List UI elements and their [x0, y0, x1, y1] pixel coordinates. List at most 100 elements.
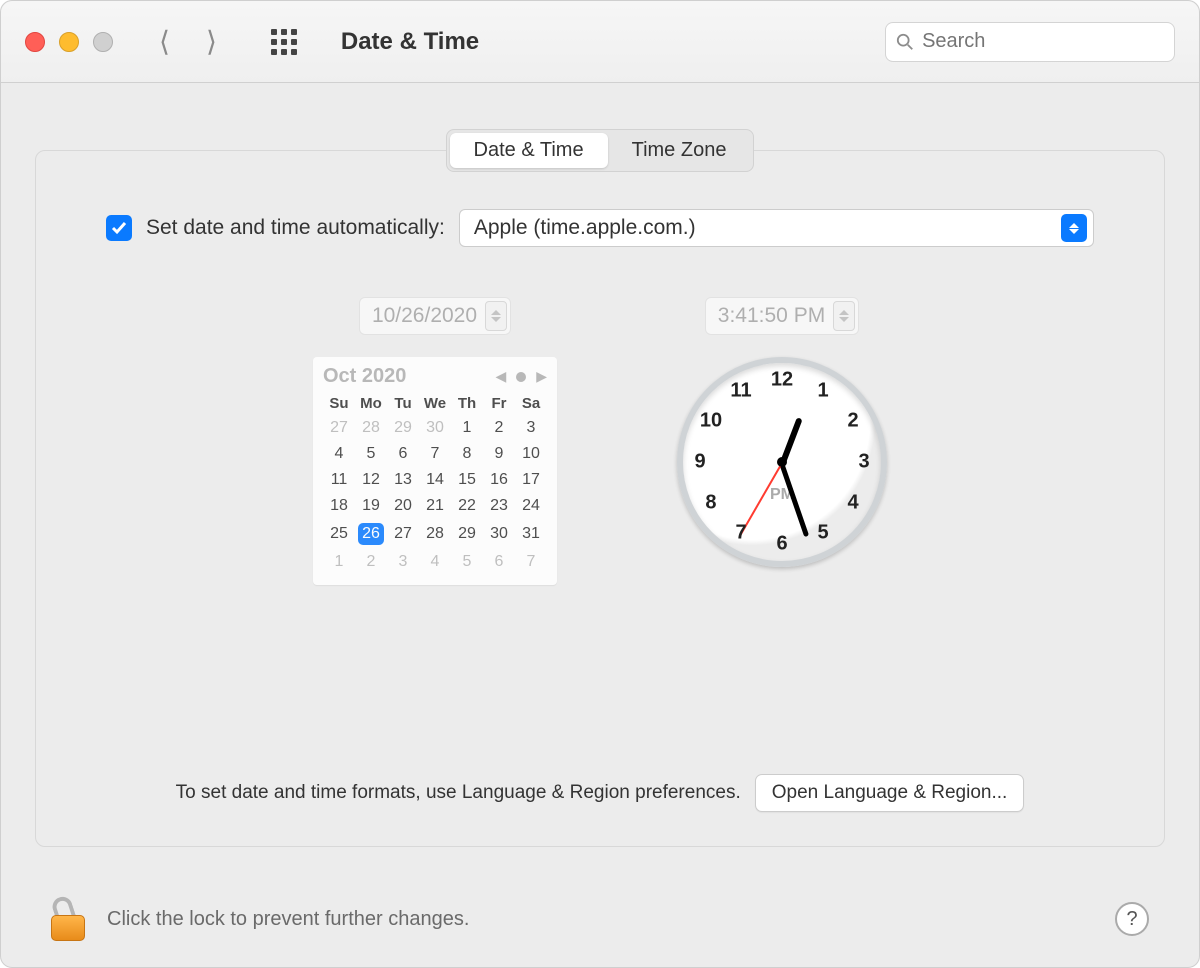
- calendar-day: 3: [515, 415, 547, 441]
- calendar-day: 30: [419, 415, 451, 441]
- search-input[interactable]: [922, 30, 1164, 53]
- calendar-day: 9: [483, 441, 515, 467]
- calendar-weekday: Th: [451, 392, 483, 415]
- calendar-day: 7: [515, 549, 547, 575]
- tab-date-time[interactable]: Date & Time: [450, 133, 608, 168]
- calendar-day: 25: [323, 519, 355, 549]
- tab-time-zone[interactable]: Time Zone: [608, 133, 751, 168]
- calendar-day: 1: [451, 415, 483, 441]
- chevron-updown-icon: [1061, 214, 1087, 242]
- calendar-day: 5: [451, 549, 483, 575]
- calendar-day: 28: [419, 519, 451, 549]
- calendar-weekday: Su: [323, 392, 355, 415]
- search-icon: [896, 32, 914, 52]
- footer: Click the lock to prevent further change…: [1, 871, 1199, 967]
- calendar-day: 1: [323, 549, 355, 575]
- clock-number: 7: [735, 522, 746, 545]
- show-all-icon[interactable]: [271, 29, 297, 55]
- calendar-day: 4: [419, 549, 451, 575]
- time-value: 3:41:50 PM: [718, 304, 825, 328]
- calendar-weekday: Mo: [355, 392, 387, 415]
- calendar-day: 27: [323, 415, 355, 441]
- calendar-day: 22: [451, 493, 483, 519]
- preferences-window: ⟨ ⟩ Date & Time Date & Time Time Zone Se…: [0, 0, 1200, 968]
- calendar-day: 23: [483, 493, 515, 519]
- lock-hint-text: Click the lock to prevent further change…: [107, 908, 469, 931]
- calendar-day: 3: [387, 549, 419, 575]
- calendar-day: 15: [451, 467, 483, 493]
- calendar-weekday: We: [419, 392, 451, 415]
- calendar-day: 19: [355, 493, 387, 519]
- forward-button: ⟩: [206, 25, 217, 58]
- search-field[interactable]: [885, 22, 1175, 62]
- lock-icon[interactable]: [51, 897, 85, 941]
- time-stepper: [833, 301, 855, 331]
- calendar-day: 29: [387, 415, 419, 441]
- formats-row: To set date and time formats, use Langua…: [106, 774, 1094, 812]
- calendar-day: 8: [451, 441, 483, 467]
- cal-today-icon: [516, 372, 526, 382]
- calendar-weekday: Sa: [515, 392, 547, 415]
- calendar-day: 14: [419, 467, 451, 493]
- back-button[interactable]: ⟨: [159, 25, 170, 58]
- calendar-day: 21: [419, 493, 451, 519]
- date-field: 10/26/2020: [359, 297, 511, 335]
- cal-prev-icon: ◀: [495, 368, 506, 385]
- time-field: 3:41:50 PM: [705, 297, 859, 335]
- calendar-day: 16: [483, 467, 515, 493]
- time-server-value: Apple (time.apple.com.): [474, 216, 696, 240]
- close-window-button[interactable]: [25, 32, 45, 52]
- clock-number: 8: [705, 492, 716, 515]
- calendar-day: 11: [323, 467, 355, 493]
- calendar-day: 24: [515, 493, 547, 519]
- calendar-weekday: Fr: [483, 392, 515, 415]
- time-column: 3:41:50 PM PM 121234567891011: [677, 297, 887, 585]
- date-column: 10/26/2020 Oct 2020 ◀ ▶: [313, 297, 557, 585]
- calendar-day: 13: [387, 467, 419, 493]
- calendar-day: 6: [483, 549, 515, 575]
- calendar-day: 10: [515, 441, 547, 467]
- open-language-region-button[interactable]: Open Language & Region...: [755, 774, 1025, 812]
- datetime-panel: Set date and time automatically: Apple (…: [35, 150, 1165, 847]
- calendar-day: 4: [323, 441, 355, 467]
- time-server-select[interactable]: Apple (time.apple.com.): [459, 209, 1094, 247]
- zoom-window-button: [93, 32, 113, 52]
- calendar-day: 5: [355, 441, 387, 467]
- formats-text: To set date and time formats, use Langua…: [176, 782, 741, 804]
- cal-next-icon: ▶: [536, 368, 547, 385]
- calendar-weekday: Tu: [387, 392, 419, 415]
- analog-clock: PM 121234567891011: [677, 357, 887, 567]
- calendar-day: 7: [419, 441, 451, 467]
- date-stepper: [485, 301, 507, 331]
- calendar-day: 6: [387, 441, 419, 467]
- calendar-nav: ◀ ▶: [495, 368, 547, 385]
- calendar-day: 20: [387, 493, 419, 519]
- window-controls: [25, 32, 113, 52]
- clock-number: 2: [847, 410, 858, 433]
- calendar-day: 31: [515, 519, 547, 549]
- window-title: Date & Time: [341, 28, 479, 56]
- tab-control: Date & Time Time Zone: [446, 129, 755, 172]
- clock-number: 4: [847, 492, 858, 515]
- auto-time-row: Set date and time automatically: Apple (…: [106, 209, 1094, 247]
- calendar-month-label: Oct 2020: [323, 365, 406, 388]
- help-button[interactable]: ?: [1115, 902, 1149, 936]
- content-area: Date & Time Time Zone Set date and time …: [1, 83, 1199, 871]
- nav-arrows: ⟨ ⟩: [159, 25, 217, 58]
- clock-number: 5: [817, 522, 828, 545]
- titlebar: ⟨ ⟩ Date & Time: [1, 1, 1199, 83]
- calendar-day: 12: [355, 467, 387, 493]
- clock-number: 12: [771, 369, 793, 392]
- auto-time-checkbox[interactable]: [106, 215, 132, 241]
- clock-number: 11: [730, 379, 751, 402]
- calendar-day: 29: [451, 519, 483, 549]
- clock-number: 6: [776, 533, 787, 556]
- clock-number: 9: [694, 451, 705, 474]
- minimize-window-button[interactable]: [59, 32, 79, 52]
- calendar: Oct 2020 ◀ ▶ SuMoTuWeThFrSa 272829301234…: [313, 357, 557, 585]
- clock-number: 3: [858, 451, 869, 474]
- calendar-day: 18: [323, 493, 355, 519]
- date-value: 10/26/2020: [372, 304, 477, 328]
- calendar-day: 26: [355, 519, 387, 549]
- calendar-day: 2: [483, 415, 515, 441]
